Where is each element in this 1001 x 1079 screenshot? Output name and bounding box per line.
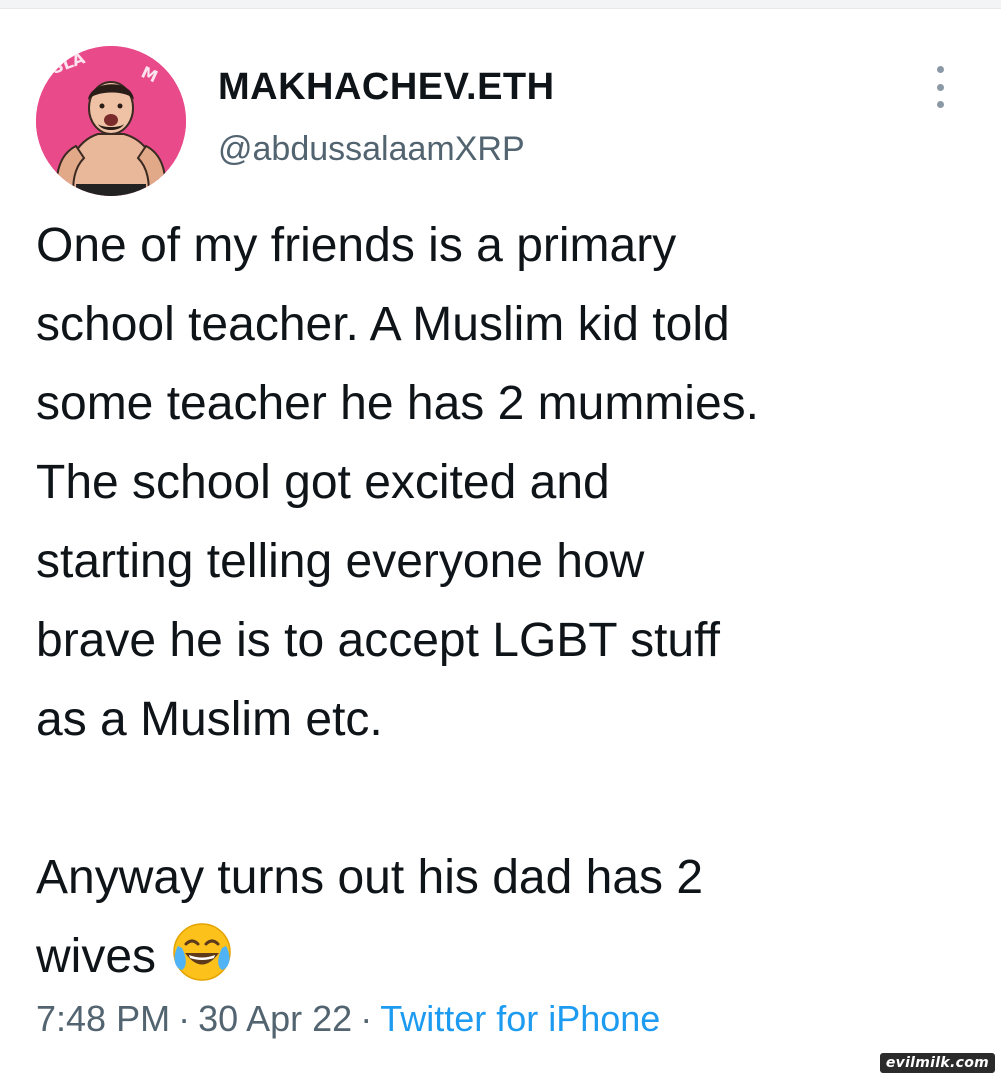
tweet-paragraph: Anyway turns out his dad has 2 wives — [36, 838, 976, 996]
avatar[interactable]: SLA M — [36, 46, 186, 196]
tweet-paragraph-text: Anyway turns out his dad has 2 wives — [36, 851, 704, 983]
meta-separator: · — [178, 998, 191, 1039]
tweet-meta: 7:48 PM · 30 Apr 22 · Twitter for iPhone — [36, 998, 660, 1040]
meta-separator: · — [360, 998, 373, 1039]
display-name[interactable]: MAKHACHEV.ETH — [218, 66, 555, 109]
more-vertical-icon-dot — [936, 101, 944, 108]
tweet-text: One of my friends is a primary school te… — [36, 206, 976, 996]
tweet-time[interactable]: 7:48 PM — [36, 998, 170, 1039]
tweet-source-link[interactable]: Twitter for iPhone — [380, 998, 660, 1039]
tweet-date[interactable]: 30 Apr 22 — [198, 998, 352, 1039]
face-with-tears-of-joy-icon — [170, 920, 234, 984]
watermark: evilmilk.com — [879, 1053, 995, 1073]
profile-avatar-fighter-icon: SLA M — [36, 46, 186, 196]
tweet-paragraph: One of my friends is a primary school te… — [36, 219, 759, 746]
more-vertical-icon — [936, 66, 944, 73]
top-divider — [0, 0, 1001, 9]
user-handle[interactable]: @abdussalaamXRP — [218, 130, 525, 169]
more-options-button[interactable] — [920, 62, 960, 112]
more-vertical-icon-dot — [936, 83, 944, 91]
